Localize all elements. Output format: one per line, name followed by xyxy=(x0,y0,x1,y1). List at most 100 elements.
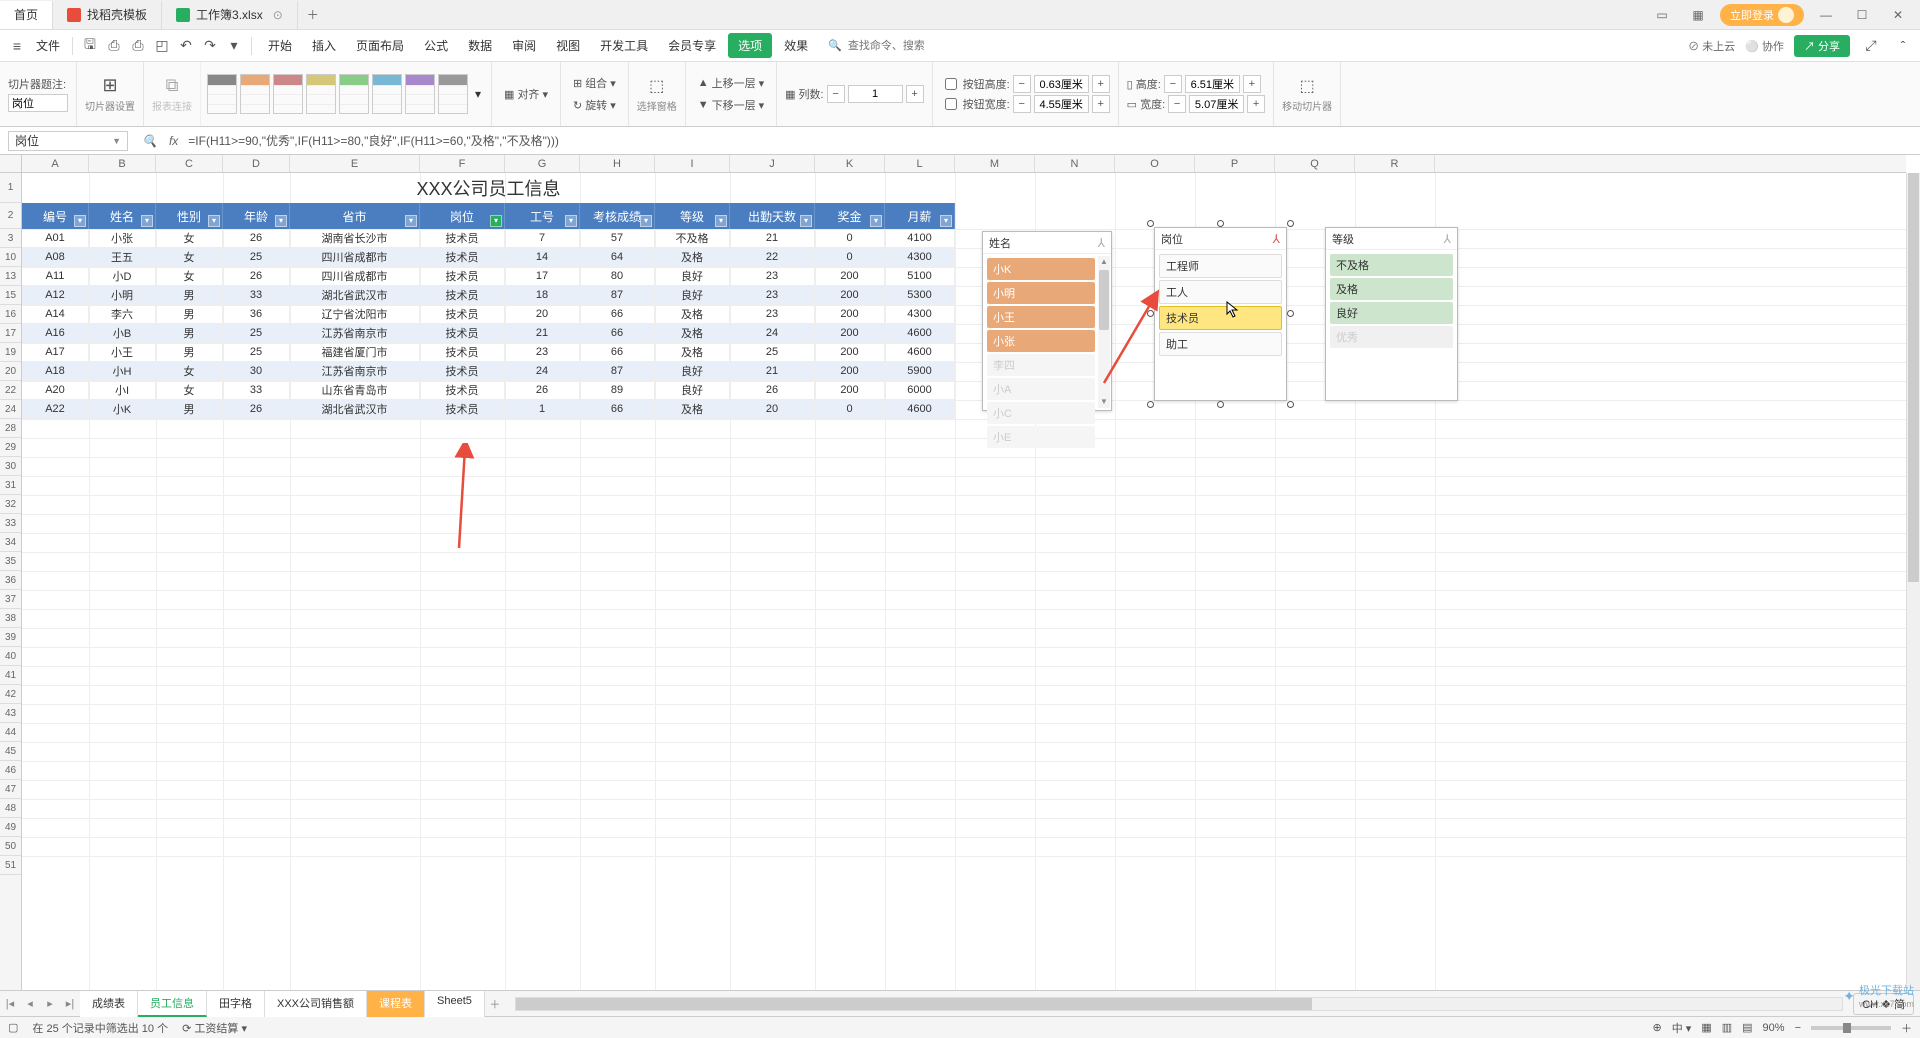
menu-tab[interactable]: 审阅 xyxy=(502,33,546,58)
table-row[interactable]: A01小张女26湖南省长沙市技术员757不及格2104100 xyxy=(22,229,955,248)
tab-nav-last[interactable]: ▸| xyxy=(60,997,80,1010)
menu-tab[interactable]: 会员专享 xyxy=(658,33,726,58)
height-input[interactable]: ▯ 高度:−+ xyxy=(1127,75,1265,93)
rotate-button[interactable]: ↻ 旋转 ▾ xyxy=(569,95,620,115)
fx-icon[interactable]: fx xyxy=(163,134,184,148)
slicer-item[interactable]: 小王 xyxy=(987,306,1095,328)
calc-status[interactable]: ⟳ 工资结算 ▾ xyxy=(182,1020,247,1036)
table-row[interactable]: A12小明男33湖北省武汉市技术员1887良好232005300 xyxy=(22,286,955,305)
slicer-item[interactable]: 小C xyxy=(987,402,1095,424)
login-button[interactable]: 立即登录 xyxy=(1720,4,1804,26)
view-break-icon[interactable]: ▤ xyxy=(1742,1021,1752,1034)
column-header[interactable]: 月薪▾ xyxy=(885,203,955,229)
slicer-item[interactable]: 小明 xyxy=(987,282,1095,304)
slicer-style-gallery[interactable]: ▾ xyxy=(201,62,492,126)
column-header[interactable]: 年龄▾ xyxy=(223,203,290,229)
minimize-button[interactable]: — xyxy=(1812,3,1840,27)
sheet-tab[interactable]: 员工信息 xyxy=(138,991,207,1017)
table-row[interactable]: A08王五女25四川省成都市技术员1464及格2204300 xyxy=(22,248,955,267)
close-button[interactable]: ✕ xyxy=(1884,3,1912,27)
new-tab-button[interactable]: ＋ xyxy=(298,6,328,23)
chevron-up-icon[interactable]: ˆ xyxy=(1892,35,1914,57)
slicer-item[interactable]: 良好 xyxy=(1330,302,1453,324)
column-header[interactable]: 出勤天数▾ xyxy=(730,203,815,229)
table-row[interactable]: A14李六男36辽宁省沈阳市技术员2066及格232004300 xyxy=(22,305,955,324)
menu-tab[interactable]: 开发工具 xyxy=(590,33,658,58)
slicer-scrollbar[interactable]: ▲▼ xyxy=(1098,256,1110,408)
close-icon[interactable]: ⊙ xyxy=(273,8,283,22)
menu-tab[interactable]: 公式 xyxy=(414,33,458,58)
menu-tab-options[interactable]: 选项 xyxy=(728,33,772,58)
slicer-item[interactable]: 技术员 xyxy=(1159,306,1282,330)
width-input[interactable]: ▭ 宽度:−+ xyxy=(1127,95,1265,113)
dropdown-icon[interactable]: ▾ xyxy=(223,35,245,57)
view-normal-icon[interactable]: ▦ xyxy=(1701,1021,1711,1034)
sheet-tab[interactable]: XXX公司销售额 xyxy=(265,991,367,1017)
table-row[interactable]: A16小B男25江苏省南京市技术员2166及格242004600 xyxy=(22,324,955,343)
menu-tab[interactable]: 数据 xyxy=(458,33,502,58)
button-height-input[interactable]: 按钮高度:−+ xyxy=(941,75,1110,93)
slicer-item[interactable]: 小张 xyxy=(987,330,1095,352)
hamburger-icon[interactable]: ≡ xyxy=(6,35,28,57)
clear-filter-icon[interactable]: ⅄ xyxy=(1098,236,1105,250)
column-header[interactable]: 岗位▾ xyxy=(420,203,505,229)
slicer-settings-group[interactable]: ⊞ 切片器设置 xyxy=(77,62,144,126)
selection-pane-button[interactable]: ⬚ 选择窗格 xyxy=(629,62,686,126)
column-header[interactable]: 考核成绩▾ xyxy=(580,203,655,229)
tile-icon[interactable]: ▭ xyxy=(1648,3,1676,27)
chinese-icon[interactable]: 中 ▾ xyxy=(1672,1020,1692,1036)
view-page-icon[interactable]: ▥ xyxy=(1722,1021,1732,1034)
undo-icon[interactable]: ↶ xyxy=(175,35,197,57)
slicer-item[interactable]: 小A xyxy=(987,378,1095,400)
column-header[interactable]: 工号▾ xyxy=(505,203,580,229)
group-button[interactable]: ⊞ 组合 ▾ xyxy=(569,73,620,93)
grid[interactable]: XXX公司员工信息编号▾姓名▾性别▾年龄▾省市▾岗位▾工号▾考核成绩▾等级▾出勤… xyxy=(22,173,1906,990)
collab-button[interactable]: ⚪ 协作 xyxy=(1745,38,1784,54)
clear-filter-icon[interactable]: ⅄ xyxy=(1444,232,1451,246)
menu-tab-effect[interactable]: 效果 xyxy=(774,33,818,58)
button-width-input[interactable]: 按钮宽度:−+ xyxy=(941,95,1110,113)
zoom-level[interactable]: 90% xyxy=(1763,1022,1785,1034)
send-backward-button[interactable]: ▼ 下移一层 ▾ xyxy=(694,95,768,115)
columns-input[interactable]: ▦ 列数:−+ xyxy=(785,85,923,103)
file-menu[interactable]: 文件 xyxy=(30,37,66,54)
lookup-icon[interactable]: 🔍 xyxy=(136,134,163,148)
slicer-position[interactable]: 岗位⅄ 工程师工人技术员助工 xyxy=(1154,227,1287,401)
menu-tab[interactable]: 插入 xyxy=(302,33,346,58)
tab-nav-prev[interactable]: ◂ xyxy=(20,997,40,1010)
slicer-grade[interactable]: 等级⅄ 不及格及格良好优秀 xyxy=(1325,227,1458,401)
menu-tab[interactable]: 开始 xyxy=(258,33,302,58)
align-button[interactable]: ▦ 对齐 ▾ xyxy=(500,84,552,104)
tab-workbook[interactable]: 工作簿3.xlsx⊙ xyxy=(162,1,298,29)
table-row[interactable]: A17小王男25福建省厦门市技术员2366及格252004600 xyxy=(22,343,955,362)
horizontal-scrollbar[interactable] xyxy=(515,997,1843,1011)
table-row[interactable]: A18小H女30江苏省南京市技术员2487良好212005900 xyxy=(22,362,955,381)
table-row[interactable]: A20小I女33山东省青岛市技术员2689良好262006000 xyxy=(22,381,955,400)
cell-mode-icon[interactable]: ⊕ xyxy=(1653,1021,1662,1034)
command-search[interactable]: 🔍 xyxy=(828,39,926,53)
slicer-title-input[interactable] xyxy=(8,94,68,112)
slicer-item[interactable]: 工程师 xyxy=(1159,254,1282,278)
clear-filter-icon[interactable]: ⅄ xyxy=(1273,232,1280,246)
slicer-item[interactable]: 助工 xyxy=(1159,332,1282,356)
column-header[interactable]: 性别▾ xyxy=(156,203,223,229)
sheet-tab[interactable]: 田字格 xyxy=(207,991,265,1017)
slicer-item[interactable]: 小E xyxy=(987,426,1095,448)
vertical-scrollbar[interactable] xyxy=(1906,173,1920,990)
menu-tab[interactable]: 视图 xyxy=(546,33,590,58)
share-button[interactable]: ↗ 分享 xyxy=(1794,35,1850,57)
move-slicer-button[interactable]: ⬚ 移动切片器 xyxy=(1274,62,1341,126)
preview-icon[interactable]: ◰ xyxy=(151,35,173,57)
slicer-name[interactable]: 姓名⅄ 小K小明小王小张李四小A小C小E ▲▼ xyxy=(982,231,1112,411)
maximize-button[interactable]: ☐ xyxy=(1848,3,1876,27)
tab-nav-next[interactable]: ▸ xyxy=(40,997,60,1010)
name-box[interactable]: 岗位▼ xyxy=(8,131,128,151)
slicer-item[interactable]: 不及格 xyxy=(1330,254,1453,276)
column-headers[interactable]: ABCDEFGHIJKLMNOPQR xyxy=(0,155,1906,173)
slicer-item[interactable]: 工人 xyxy=(1159,280,1282,304)
zoom-out-button[interactable]: − xyxy=(1795,1022,1801,1034)
search-input[interactable] xyxy=(846,39,926,53)
saveas-icon[interactable]: ⎙ xyxy=(103,35,125,57)
bring-forward-button[interactable]: ▲ 上移一层 ▾ xyxy=(694,73,768,93)
column-header[interactable]: 奖金▾ xyxy=(815,203,885,229)
